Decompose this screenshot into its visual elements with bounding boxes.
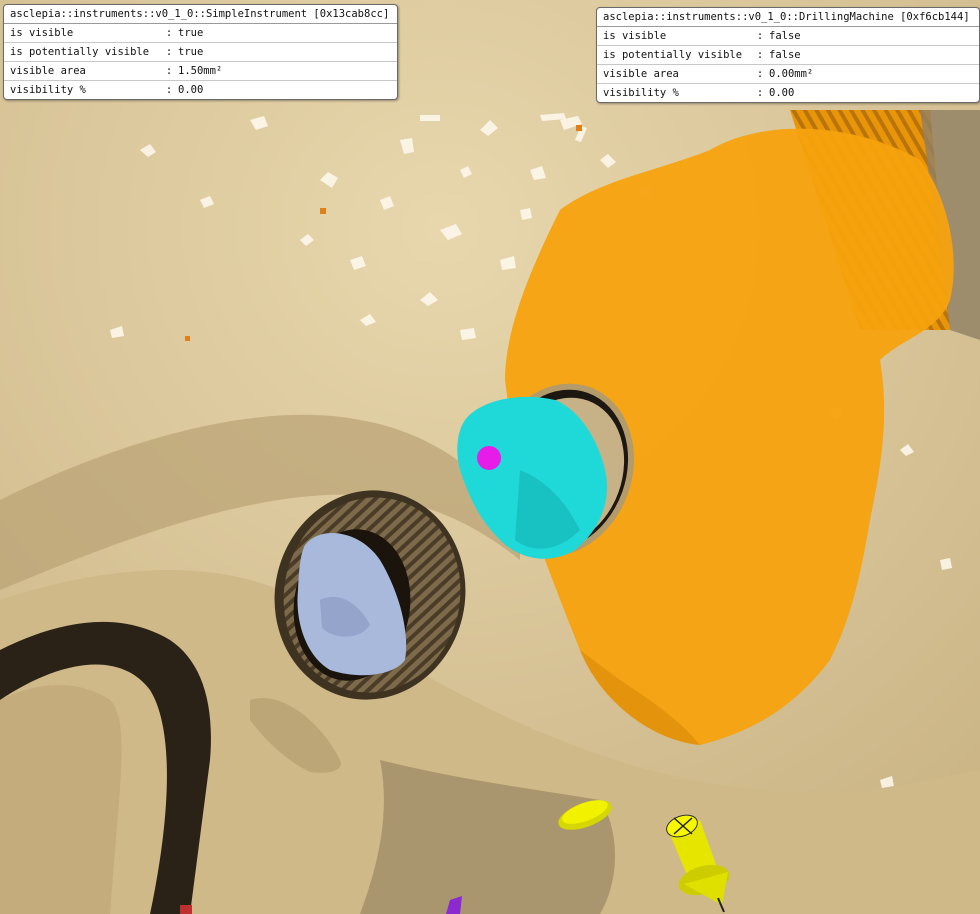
row-visibility-percent: visibility % : 0.00 <box>597 84 979 102</box>
row-label: is visible <box>603 30 667 42</box>
row-separator: : <box>165 46 173 58</box>
row-separator: : <box>756 30 764 42</box>
row-separator: : <box>756 49 764 61</box>
skull-render <box>0 0 980 914</box>
row-visibility-percent: visibility % : 0.00 <box>4 81 397 99</box>
panel-title: asclepia::instruments::v0_1_0::SimpleIns… <box>4 5 397 24</box>
row-separator: : <box>165 27 173 39</box>
row-label: visibility % <box>10 84 86 96</box>
row-visible-area: visible area : 1.50mm² <box>4 62 397 81</box>
row-value: true <box>178 46 204 58</box>
row-label: is visible <box>10 27 74 39</box>
3d-viewport[interactable]: asclepia::instruments::v0_1_0::SimpleIns… <box>0 0 980 914</box>
row-value: 0.00 <box>178 84 204 96</box>
info-panel-simple-instrument: asclepia::instruments::v0_1_0::SimpleIns… <box>3 4 398 100</box>
row-is-potentially-visible: is potentially visible : false <box>597 46 979 65</box>
panel-title: asclepia::instruments::v0_1_0::DrillingM… <box>597 8 979 27</box>
row-label: visible area <box>603 68 679 80</box>
row-value: false <box>769 49 801 61</box>
row-value: 0.00mm² <box>769 68 814 80</box>
row-is-potentially-visible: is potentially visible : true <box>4 43 397 62</box>
row-label: is potentially visible <box>10 46 150 58</box>
row-value: 0.00 <box>769 87 795 99</box>
row-is-visible: is visible : false <box>597 27 979 46</box>
target-point <box>477 446 501 470</box>
row-separator: : <box>165 65 173 77</box>
row-value: 1.50mm² <box>178 65 223 77</box>
row-value: true <box>178 27 204 39</box>
row-separator: : <box>756 68 764 80</box>
row-separator: : <box>756 87 764 99</box>
info-panel-drilling-machine: asclepia::instruments::v0_1_0::DrillingM… <box>596 7 980 103</box>
row-is-visible: is visible : true <box>4 24 397 43</box>
row-label: visibility % <box>603 87 679 99</box>
row-value: false <box>769 30 801 42</box>
row-separator: : <box>165 84 173 96</box>
row-label: is potentially visible <box>603 49 743 61</box>
row-label: visible area <box>10 65 86 77</box>
red-marker <box>180 905 192 914</box>
row-visible-area: visible area : 0.00mm² <box>597 65 979 84</box>
